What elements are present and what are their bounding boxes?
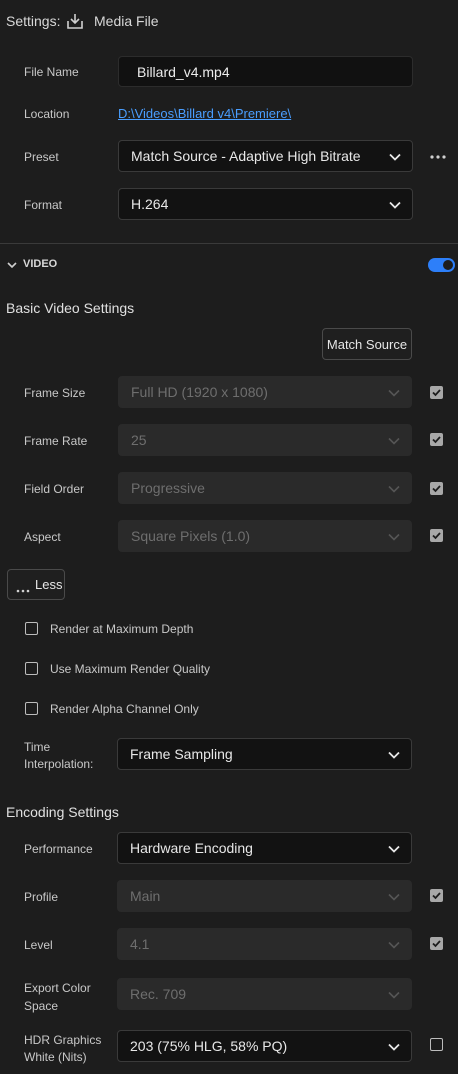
header-settings-label: Settings: [6,13,61,29]
chevron-down-icon [387,530,401,544]
time-interpolation-label-line2: Interpolation: [24,757,94,771]
chevron-down-icon [388,198,402,212]
field-order-value: Progressive [131,480,205,496]
export-color-space-label: Export Color Space [24,979,91,1015]
video-toggle[interactable] [428,258,455,272]
file-name-input[interactable]: Billard_v4.mp4 [118,56,413,87]
time-interpolation-dropdown[interactable]: Frame Sampling [117,738,412,770]
time-interpolation-label-line1: Time [24,740,51,754]
export-color-space-label-line2: Space [24,999,59,1013]
chevron-down-icon [387,890,401,904]
less-label: Less [35,577,63,592]
frame-rate-label: Frame Rate [24,434,88,448]
frame-size-checkbox[interactable] [430,386,443,399]
aspect-label: Aspect [24,530,61,544]
performance-dropdown[interactable]: Hardware Encoding [117,832,412,864]
location-link[interactable]: D:\Videos\Billard v4\Premiere\ [118,106,291,121]
frame-rate-dropdown[interactable]: 25 [118,424,412,456]
field-order-label: Field Order [24,482,85,496]
level-dropdown[interactable]: 4.1 [117,928,412,960]
field-order-checkbox[interactable] [430,482,443,495]
hdr-graphics-white-value: 203 (75% HLG, 58% PQ) [130,1038,288,1054]
chevron-down-icon [387,434,401,448]
max-render-quality-label: Use Maximum Render Quality [50,662,211,676]
location-label: Location [24,107,70,121]
toggle-knob [443,260,453,270]
ellipsis-icon [15,582,33,592]
field-order-dropdown[interactable]: Progressive [118,472,412,504]
profile-label: Profile [24,890,59,904]
time-interpolation-value: Frame Sampling [130,746,233,762]
chevron-down-icon [387,1040,401,1054]
more-options-icon[interactable] [429,150,447,162]
performance-label: Performance [24,842,93,856]
level-label: Level [24,938,53,952]
chevron-down-icon [387,842,401,856]
format-dropdown[interactable]: H.264 [118,188,413,220]
download-icon[interactable] [66,12,84,30]
format-value: H.264 [131,196,169,212]
alpha-channel-only-checkbox[interactable] [25,702,38,715]
level-checkbox[interactable] [430,937,443,950]
preset-dropdown[interactable]: Match Source - Adaptive High Bitrate [118,140,413,172]
time-interpolation-label: Time Interpolation: [24,739,93,773]
preset-label: Preset [24,150,59,164]
hdr-graphics-white-label-line2: White (Nits) [24,1050,87,1064]
chevron-down-icon [387,748,401,762]
alpha-channel-only-label: Render Alpha Channel Only [50,702,199,716]
file-name-label: File Name [24,65,79,79]
chevron-down-icon [387,482,401,496]
section-divider [0,243,458,244]
hdr-graphics-white-label: HDR Graphics White (Nits) [24,1032,101,1066]
media-file-label[interactable]: Media File [94,13,159,29]
frame-size-value: Full HD (1920 x 1080) [131,384,268,400]
chevron-down-icon [388,150,402,164]
profile-value: Main [130,888,161,904]
profile-checkbox[interactable] [430,889,443,902]
render-max-depth-label: Render at Maximum Depth [50,622,194,636]
aspect-checkbox[interactable] [430,529,443,542]
less-button[interactable]: Less [7,569,65,600]
frame-size-label: Frame Size [24,386,86,400]
video-section-title: VIDEO [23,258,58,270]
file-name-value: Billard_v4.mp4 [137,64,230,80]
aspect-value: Square Pixels (1.0) [131,528,251,544]
level-value: 4.1 [130,936,150,952]
frame-rate-checkbox[interactable] [430,433,443,446]
frame-size-dropdown[interactable]: Full HD (1920 x 1080) [118,376,412,408]
max-render-quality-checkbox[interactable] [25,662,38,675]
chevron-down-icon [387,938,401,952]
hdr-graphics-white-label-line1: HDR Graphics [24,1033,102,1047]
performance-value: Hardware Encoding [130,840,253,856]
hdr-graphics-white-checkbox[interactable] [430,1038,443,1051]
export-color-space-value: Rec. 709 [130,986,187,1002]
format-label: Format [24,198,63,212]
profile-dropdown[interactable]: Main [117,880,412,912]
chevron-down-icon [387,386,401,400]
hdr-graphics-white-dropdown[interactable]: 203 (75% HLG, 58% PQ) [117,1030,412,1062]
chevron-down-icon [387,988,401,1002]
preset-value: Match Source - Adaptive High Bitrate [131,148,361,164]
collapse-chevron-icon[interactable] [6,258,18,270]
export-color-space-label-line1: Export Color [24,981,91,995]
export-color-space-dropdown[interactable]: Rec. 709 [117,978,412,1010]
frame-rate-value: 25 [131,432,147,448]
encoding-settings-title: Encoding Settings [6,804,119,820]
render-max-depth-checkbox[interactable] [25,622,38,635]
match-source-button[interactable]: Match Source [322,328,412,360]
basic-video-settings-title: Basic Video Settings [6,300,135,316]
aspect-dropdown[interactable]: Square Pixels (1.0) [118,520,412,552]
